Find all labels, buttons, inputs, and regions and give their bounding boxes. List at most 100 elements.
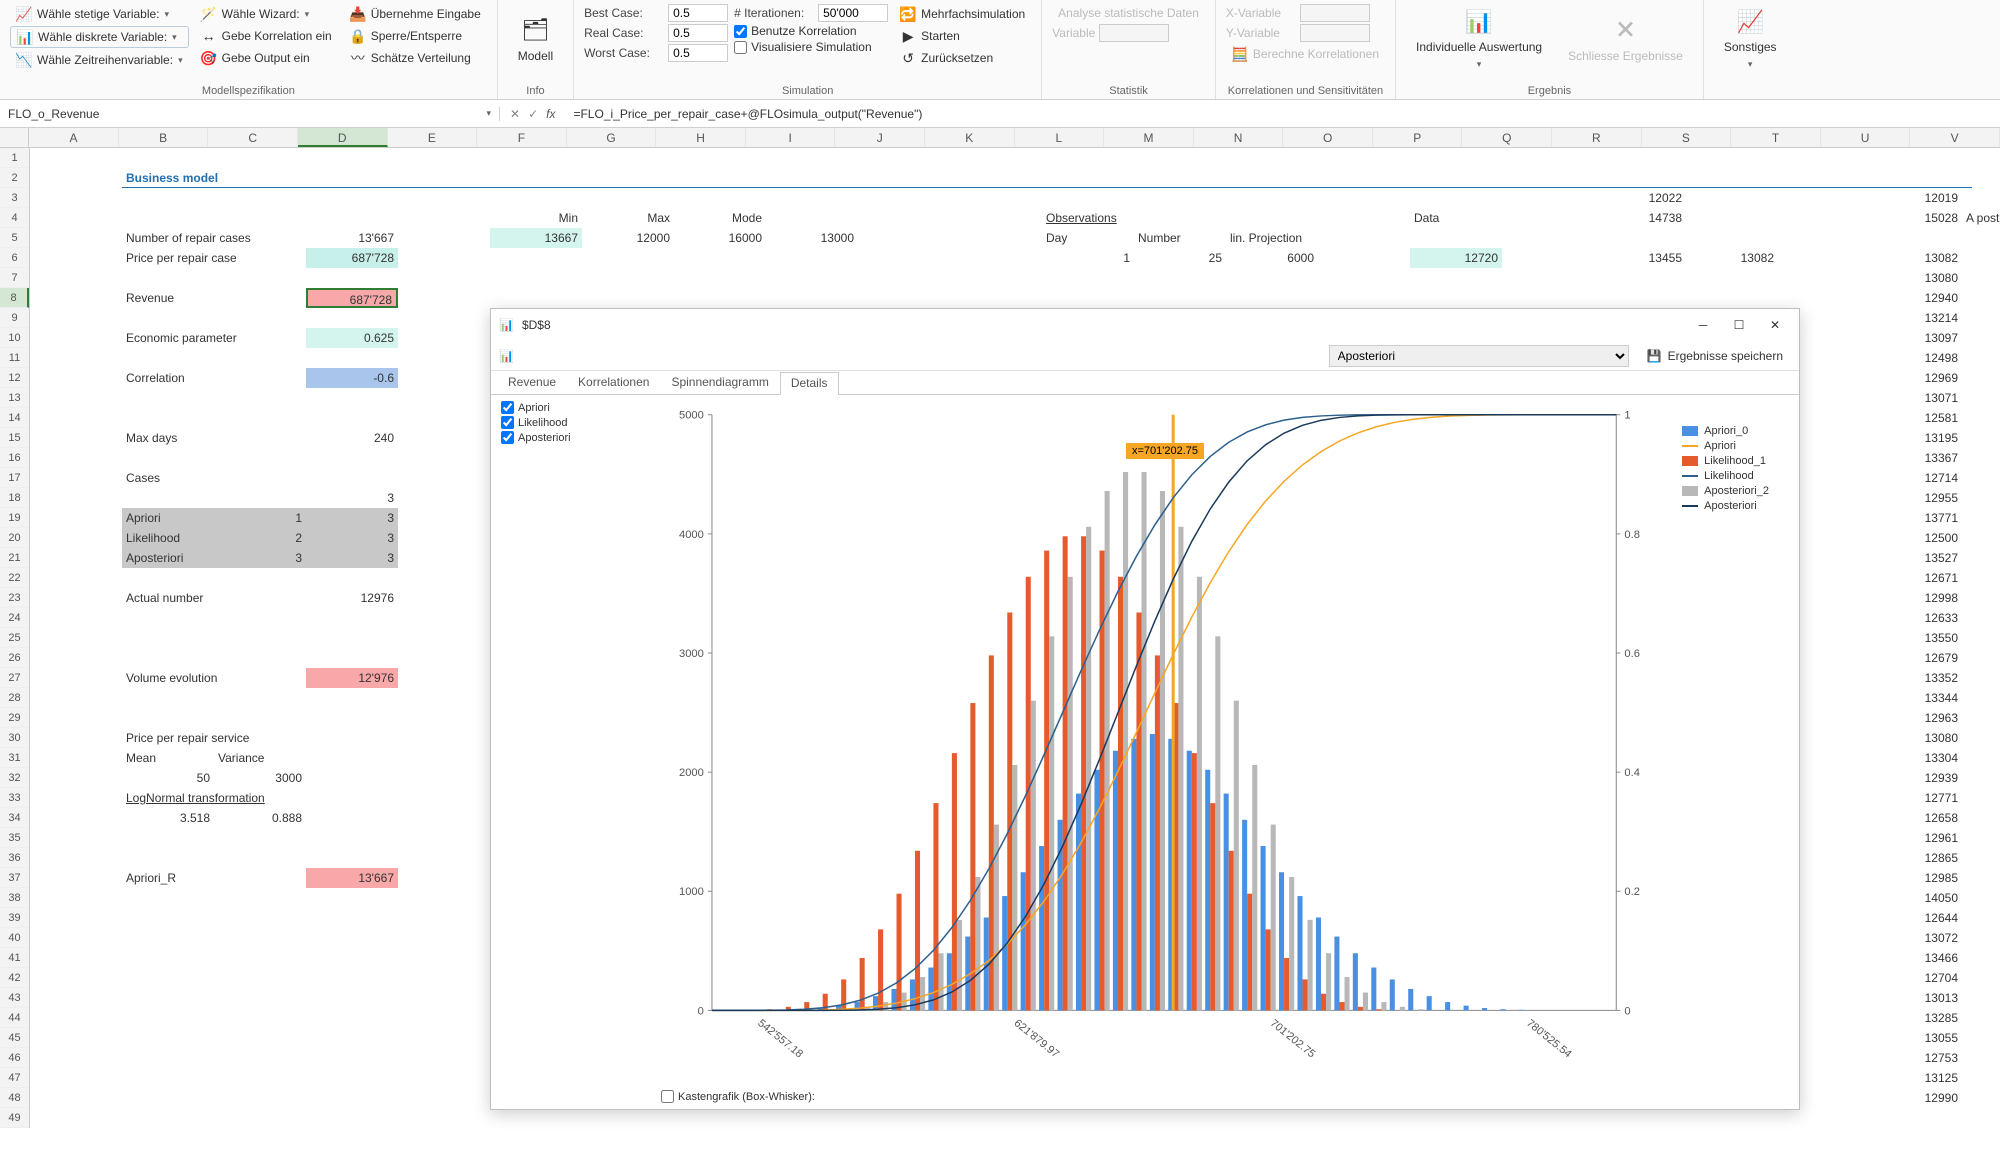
cell-B2[interactable]: Business model — [122, 168, 398, 188]
row-header-31[interactable]: 31 — [0, 748, 29, 768]
uebernehme-button[interactable]: 📥Übernehme Eingabe — [344, 4, 487, 24]
cell-B8[interactable]: Revenue — [122, 288, 306, 308]
cell-U47[interactable]: 13125 — [1870, 1068, 1962, 1088]
col-header-S[interactable]: S — [1642, 128, 1732, 147]
legend-likelihood_1[interactable]: Likelihood_1 — [1682, 455, 1769, 467]
row-header-38[interactable]: 38 — [0, 888, 29, 908]
cancel-formula-icon[interactable]: ✕ — [510, 107, 520, 121]
cell-U20[interactable]: 12500 — [1870, 528, 1962, 548]
starten-button[interactable]: ▶Starten — [894, 26, 1031, 46]
cell-D10[interactable]: 0.625 — [306, 328, 398, 348]
cell-B6[interactable]: Price per repair case — [122, 248, 306, 268]
cell-D6[interactable]: 687'728 — [306, 248, 398, 268]
row-header-43[interactable]: 43 — [0, 988, 29, 1008]
cell-R3[interactable]: 12022 — [1594, 188, 1686, 208]
cell-P4[interactable]: Data — [1410, 208, 1502, 228]
schliesse-button[interactable]: 🗙Schliesse Ergebnisse — [1558, 4, 1693, 74]
cell-U34[interactable]: 12658 — [1870, 808, 1962, 828]
cell-U39[interactable]: 12644 — [1870, 908, 1962, 928]
cell-U3[interactable]: 12019 — [1870, 188, 1962, 208]
cell-B5[interactable]: Number of repair cases — [122, 228, 306, 248]
cell-B10[interactable]: Economic parameter — [122, 328, 306, 348]
sonstiges-button[interactable]: 📈Sonstiges▾ — [1714, 4, 1787, 74]
row-header-22[interactable]: 22 — [0, 568, 29, 588]
col-header-H[interactable]: H — [656, 128, 746, 147]
legend-apriori[interactable]: Apriori — [1682, 440, 1769, 452]
worst-case-input[interactable] — [668, 44, 728, 62]
row-header-4[interactable]: 4 — [0, 208, 29, 228]
cell-U9[interactable]: 13214 — [1870, 308, 1962, 328]
cell-U29[interactable]: 12963 — [1870, 708, 1962, 728]
row-header-3[interactable]: 3 — [0, 188, 29, 208]
legend-likelihood[interactable]: Likelihood — [1682, 470, 1769, 482]
cell-L4[interactable]: Observations — [1042, 208, 1226, 228]
cell-U40[interactable]: 13072 — [1870, 928, 1962, 948]
col-header-U[interactable]: U — [1821, 128, 1911, 147]
cell-U33[interactable]: 12771 — [1870, 788, 1962, 808]
col-header-D[interactable]: D — [298, 128, 388, 147]
accept-formula-icon[interactable]: ✓ — [528, 107, 538, 121]
cell-U41[interactable]: 13466 — [1870, 948, 1962, 968]
row-header-7[interactable]: 7 — [0, 268, 29, 288]
row-header-6[interactable]: 6 — [0, 248, 29, 268]
row-header-32[interactable]: 32 — [0, 768, 29, 788]
iter-input[interactable] — [818, 4, 888, 22]
row-header-9[interactable]: 9 — [0, 308, 29, 328]
col-header-P[interactable]: P — [1373, 128, 1463, 147]
cell-B33[interactable]: LogNormal transformation — [122, 788, 306, 808]
row-header-21[interactable]: 21 — [0, 548, 29, 568]
row-header-19[interactable]: 19 — [0, 508, 29, 528]
cell-U4[interactable]: 15028 — [1870, 208, 1962, 228]
boxwhisker-check[interactable]: Kastengrafik (Box-Whisker): — [661, 1090, 815, 1103]
col-header-J[interactable]: J — [835, 128, 925, 147]
row-header-18[interactable]: 18 — [0, 488, 29, 508]
individuelle-button[interactable]: 📊Individuelle Auswertung▾ — [1406, 4, 1552, 74]
tab-revenue[interactable]: Revenue — [497, 371, 567, 394]
col-header-I[interactable]: I — [746, 128, 836, 147]
cell-N5[interactable]: lin. Projection — [1226, 228, 1318, 248]
cell-U28[interactable]: 13344 — [1870, 688, 1962, 708]
row-header-8[interactable]: 8 — [0, 288, 29, 308]
cell-D23[interactable]: 12976 — [306, 588, 398, 608]
row-header-46[interactable]: 46 — [0, 1048, 29, 1068]
legend-aposteriori_2[interactable]: Aposteriori_2 — [1682, 485, 1769, 497]
cell-U23[interactable]: 12998 — [1870, 588, 1962, 608]
row-header-33[interactable]: 33 — [0, 788, 29, 808]
distribution-select[interactable]: Aposteriori — [1329, 345, 1629, 367]
cell-B31[interactable]: Mean — [122, 748, 214, 768]
cell-B27[interactable]: Volume evolution — [122, 668, 306, 688]
cell-V4[interactable]: A poste — [1962, 208, 2000, 228]
wahle-diskrete-button[interactable]: 📊Wähle diskrete Variable:▾ — [10, 26, 189, 48]
cell-D12[interactable]: -0.6 — [306, 368, 398, 388]
cell-U6[interactable]: 13082 — [1870, 248, 1962, 268]
row-header-24[interactable]: 24 — [0, 608, 29, 628]
cell-C20[interactable]: 2 — [214, 528, 306, 548]
row-header-35[interactable]: 35 — [0, 828, 29, 848]
visualisiere-checkbox[interactable] — [734, 41, 747, 54]
col-header-N[interactable]: N — [1194, 128, 1284, 147]
panel-titlebar[interactable]: 📊$D$8 ─ ☐ ✕ — [491, 309, 1799, 341]
row-header-25[interactable]: 25 — [0, 628, 29, 648]
row-header-41[interactable]: 41 — [0, 948, 29, 968]
row-header-2[interactable]: 2 — [0, 168, 29, 188]
legend-aposteriori[interactable]: Aposteriori — [1682, 500, 1769, 512]
name-box[interactable]: FLO_o_Revenue▾ — [0, 107, 500, 121]
wahle-wizard-button[interactable]: 🪄Wähle Wizard:▾ — [195, 4, 338, 24]
zuruck-button[interactable]: ↺Zurücksetzen — [894, 48, 1031, 68]
cell-U38[interactable]: 14050 — [1870, 888, 1962, 908]
cell-U24[interactable]: 12633 — [1870, 608, 1962, 628]
cell-U45[interactable]: 13055 — [1870, 1028, 1962, 1048]
col-header-E[interactable]: E — [388, 128, 478, 147]
xvar-dropdown[interactable] — [1300, 4, 1370, 22]
wahle-stetige-button[interactable]: 📈Wähle stetige Variable:▾ — [10, 4, 189, 24]
tab-korrelationen[interactable]: Korrelationen — [567, 371, 660, 394]
col-header-T[interactable]: T — [1731, 128, 1821, 147]
row-header-23[interactable]: 23 — [0, 588, 29, 608]
tab-details[interactable]: Details — [780, 372, 839, 395]
col-header-M[interactable]: M — [1104, 128, 1194, 147]
yvar-dropdown[interactable] — [1300, 24, 1370, 42]
cell-U30[interactable]: 13080 — [1870, 728, 1962, 748]
row-header-42[interactable]: 42 — [0, 968, 29, 988]
row-header-36[interactable]: 36 — [0, 848, 29, 868]
col-header-G[interactable]: G — [567, 128, 657, 147]
